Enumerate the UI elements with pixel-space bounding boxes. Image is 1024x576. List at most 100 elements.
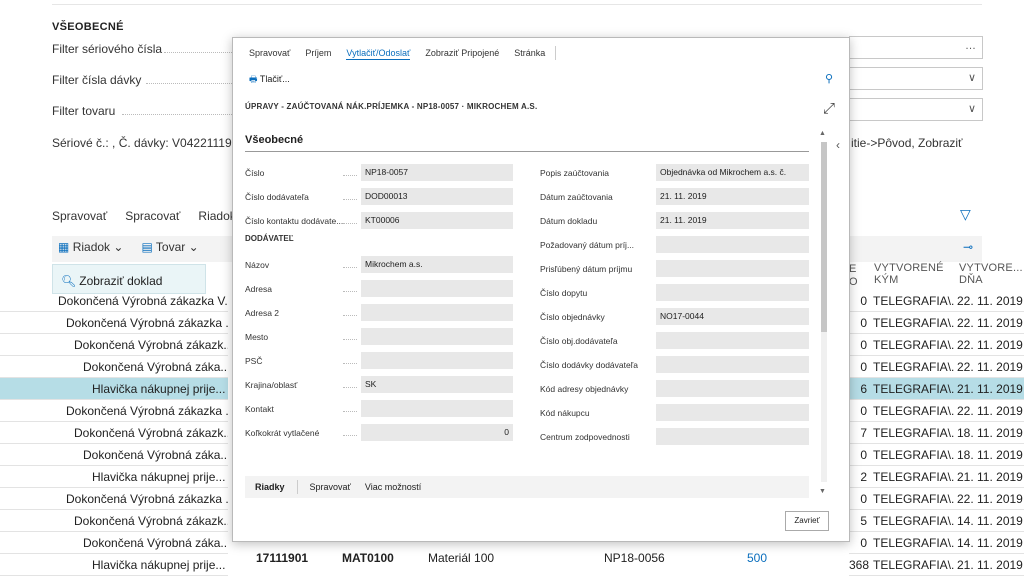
field-label: Centrum zodpovednosti (540, 432, 630, 442)
list-item[interactable]: Dokončená Výrobná zákazk... (0, 334, 228, 356)
table-row[interactable]: 7 TELEGRAFIA\... 18. 11. 2019 (849, 422, 1024, 444)
scroll-down-icon[interactable]: ▼ (819, 488, 826, 495)
print-button[interactable]: 🖶 Tlačiť... (249, 72, 290, 88)
field-value[interactable]: Objednávka od Mikrochem a.s. č. (656, 164, 809, 181)
cell-qty[interactable]: 500 (747, 551, 767, 565)
close-button[interactable]: Zavrieť (785, 511, 829, 531)
field-label: Krajina/oblasť (245, 380, 298, 390)
field-value[interactable] (361, 352, 513, 369)
list-item[interactable]: Dokončená Výrobná zákazk... (0, 422, 228, 444)
field-value[interactable] (656, 356, 809, 373)
menu-show-attached[interactable]: Zobraziť Pripojené (425, 48, 499, 60)
field-label: PSČ (245, 356, 263, 366)
list-item[interactable]: Dokončená Výrobná záka... (0, 532, 228, 554)
field-value[interactable] (361, 304, 513, 321)
field-value[interactable] (656, 404, 809, 421)
action-manage[interactable]: Spravovať (52, 209, 107, 223)
grid-icon: ▦ (58, 240, 70, 254)
list-item[interactable]: Dokončená Výrobná zákazka V... (0, 290, 228, 312)
field-value[interactable]: DOD00013 (361, 188, 513, 205)
tovar-menu[interactable]: ▤ Tovar ⌄ (141, 240, 198, 254)
field-value[interactable] (656, 380, 809, 397)
riadok-menu[interactable]: ▦ Riadok ⌄ (58, 240, 123, 254)
table-cell: TELEGRAFIA\... (873, 492, 954, 506)
table-row[interactable]: 0 TELEGRAFIA\... 22. 11. 2019 (849, 400, 1024, 422)
action-line[interactable]: Riadok (198, 209, 235, 223)
section-title: VŠEOBECNÉ (52, 21, 124, 33)
list-item[interactable]: Dokončená Výrobná zákazk... (0, 510, 228, 532)
list-item[interactable]: Dokončená Výrobná zákazka ... (0, 312, 228, 334)
table-cell: 0 (860, 294, 867, 308)
field-label: Kód adresy objednávky (540, 384, 629, 394)
filter-icon[interactable]: ▽ (960, 206, 971, 223)
lines-more-tab[interactable]: Viac možností (365, 482, 421, 492)
table-row[interactable]: 0 TELEGRAFIA\... 22. 11. 2019 (849, 488, 1024, 510)
list-item[interactable]: Dokončená Výrobná zákazka ... (0, 400, 228, 422)
table-row[interactable]: 17111901 MAT0100 Materiál 100 NP18-0056 … (228, 551, 850, 573)
expand-icon[interactable]: ⤢ (823, 100, 835, 117)
col-header-o: O (849, 276, 858, 288)
table-row[interactable]: 6 TELEGRAFIA\... 21. 11. 2019 (849, 378, 1024, 400)
field-value[interactable]: Mikrochem a.s. (361, 256, 513, 273)
lines-tabbar: Riadky Spravovať Viac možností (245, 476, 809, 498)
menu-manage[interactable]: Spravovať (249, 48, 290, 60)
table-row[interactable]: 0 TELEGRAFIA\... 18. 11. 2019 (849, 444, 1024, 466)
breadcrumb: ÚPRAVY - ZAÚČTOVANÁ NÁK.PRÍJEMKA - NP18-… (245, 102, 538, 111)
field-value[interactable] (656, 236, 809, 253)
lines-manage-tab[interactable]: Spravovať (310, 482, 351, 492)
menu-print-send[interactable]: Vytlačiť/Odoslať (346, 48, 411, 60)
table-row[interactable]: 0 TELEGRAFIA\... 22. 11. 2019 (849, 290, 1024, 312)
lines-tab[interactable]: Riadky (255, 482, 285, 492)
table-row[interactable]: 0 TELEGRAFIA\... 22. 11. 2019 (849, 356, 1024, 378)
pin-icon[interactable]: ⊸ (963, 240, 973, 254)
field-value[interactable]: NO17-0044 (656, 308, 809, 325)
cell-doc[interactable]: NP18-0056 (604, 551, 665, 565)
table-row[interactable]: 0 TELEGRAFIA\... 22. 11. 2019 (849, 312, 1024, 334)
field-value[interactable]: NP18-0057 (361, 164, 513, 181)
scrollbar[interactable]: ▲ ▼ (819, 130, 829, 500)
table-row[interactable]: 5 TELEGRAFIA\... 14. 11. 2019 (849, 510, 1024, 532)
field-label: Názov (245, 260, 270, 270)
unpin-icon[interactable]: ⚲ (825, 72, 833, 85)
table-row[interactable]: 2 TELEGRAFIA\... 21. 11. 2019 (849, 466, 1024, 488)
list-item[interactable]: Dokončená Výrobná zákazka ... (0, 488, 228, 510)
list-item[interactable]: Hlavička nákupnej prije... (0, 378, 228, 400)
field-value[interactable] (656, 428, 809, 445)
table-row[interactable]: 0 TELEGRAFIA\... 22. 11. 2019 (849, 334, 1024, 356)
field-value[interactable]: 21. 11. 2019 (656, 188, 809, 205)
vendor-group-label: DODÁVATEĽ (245, 234, 294, 243)
action-process[interactable]: Spracovať (125, 209, 180, 223)
chevron-left-icon[interactable]: ‹ (836, 138, 840, 152)
list-item[interactable]: Hlavička nákupnej prije... (0, 466, 228, 488)
general-section-title[interactable]: Všeobecné (245, 134, 303, 146)
scroll-thumb[interactable] (821, 142, 827, 332)
field-value[interactable]: 21. 11. 2019 (656, 212, 809, 229)
scroll-up-icon[interactable]: ▲ (819, 130, 826, 137)
field-label: Číslo (245, 168, 265, 178)
ellipsis-icon[interactable]: … (965, 40, 976, 52)
list-item[interactable]: Dokončená Výrobná záka... (0, 356, 228, 378)
filter-serial-field[interactable]: … (849, 36, 983, 59)
field-value[interactable]: SK (361, 376, 513, 393)
field-value[interactable] (361, 400, 513, 417)
table-cell: 0 (860, 492, 867, 506)
field-value[interactable]: KT00006 (361, 212, 513, 229)
list-item[interactable]: Dokončená Výrobná záka... (0, 444, 228, 466)
field-value[interactable] (656, 284, 809, 301)
col-header-created-on[interactable]: VYTVORE... DŇA (959, 262, 1023, 286)
table-row[interactable]: 0 TELEGRAFIA\... 14. 11. 2019 (849, 532, 1024, 554)
subaction-bar: ▦ Riadok ⌄ ▤ Tovar ⌄ (58, 240, 199, 254)
table-cell: 6 (860, 382, 867, 396)
field-value[interactable] (361, 328, 513, 345)
filter-item-field[interactable]: ∨ (849, 98, 983, 121)
field-value[interactable] (656, 332, 809, 349)
field-label: Číslo dopytu (540, 288, 588, 298)
filter-lot-field[interactable]: ∨ (849, 67, 983, 90)
field-value[interactable] (656, 260, 809, 277)
field-value[interactable]: 0 (361, 424, 513, 441)
col-header-created-by[interactable]: VYTVORENÉ KÝM (874, 262, 954, 286)
menu-page[interactable]: Stránka (514, 48, 545, 60)
menu-receipt[interactable]: Príjem (305, 48, 331, 60)
field-value[interactable] (361, 280, 513, 297)
table-cell: 5 (860, 514, 867, 528)
